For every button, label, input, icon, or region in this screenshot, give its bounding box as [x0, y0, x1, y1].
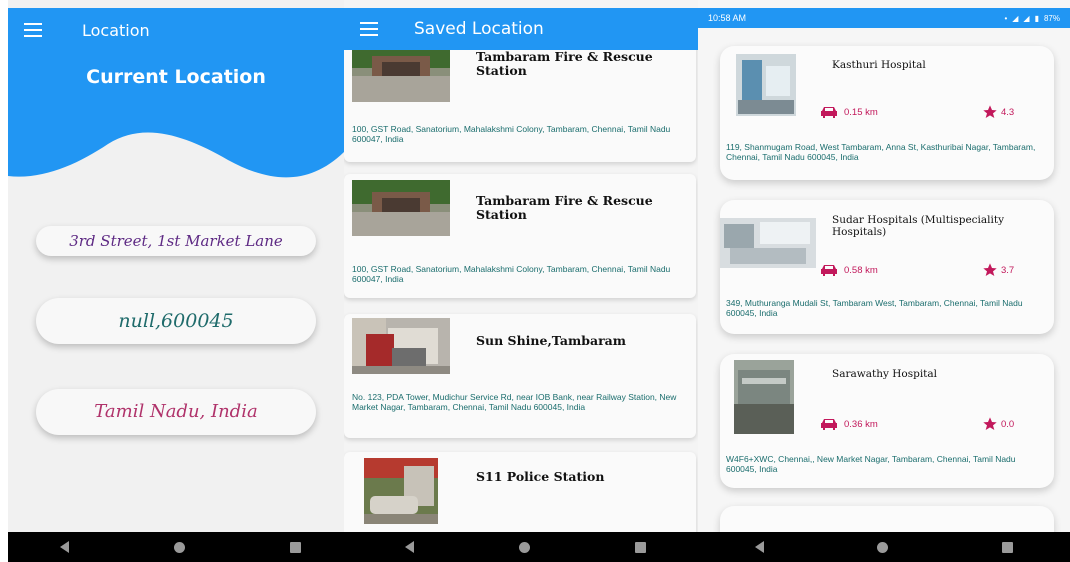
- menu-icon[interactable]: [24, 23, 42, 37]
- state-country-field: Tamil Nadu, India: [36, 389, 316, 435]
- home-icon[interactable]: [173, 541, 185, 553]
- list-item[interactable]: Tambaram Fire & Rescue Station 100, GST …: [344, 174, 696, 298]
- page-title: Current Location: [86, 66, 266, 88]
- home-icon[interactable]: [877, 541, 889, 553]
- location-address: 100, GST Road, Sanatorium, Mahalakshmi C…: [352, 124, 671, 144]
- location-thumbnail: [364, 458, 438, 524]
- location-address: 100, GST Road, Sanatorium, Mahalakshmi C…: [352, 264, 671, 284]
- recents-icon[interactable]: [289, 541, 301, 553]
- location-thumbnail: [352, 318, 450, 374]
- status-icons: • ◢ ◢ ▮ 87%: [1004, 14, 1060, 23]
- saved-location-list: Tambaram Fire & Rescue Station 100, GST …: [344, 50, 698, 532]
- car-icon: [821, 107, 837, 118]
- hospital-name: Sudar Hospitals (Multispeciality Hospita…: [832, 214, 1005, 238]
- hospital-card[interactable]: Kasthuri Hospital 0.15 km 4.3 119, Shanm…: [720, 46, 1054, 180]
- status-bar: 10:58 AM • ◢ ◢ ▮ 87%: [698, 8, 1070, 28]
- back-icon[interactable]: [405, 541, 415, 553]
- menu-icon[interactable]: [360, 22, 378, 36]
- saved-location-screen: Saved Location Tambaram Fire & Rescue St…: [344, 0, 698, 532]
- car-icon: [821, 265, 837, 276]
- list-item[interactable]: Sun Shine,Tambaram No. 123, PDA Tower, M…: [344, 314, 696, 438]
- rating: 4.3: [982, 104, 1014, 120]
- rating: 3.7: [982, 262, 1014, 278]
- hospital-name: Sarawathy Hospital: [832, 368, 938, 380]
- location-title: S11 Police Station: [476, 469, 605, 484]
- location-thumbnail: [352, 180, 450, 236]
- list-item[interactable]: Tambaram Fire & Rescue Station 100, GST …: [344, 50, 696, 162]
- rating-value: 4.3: [1001, 106, 1015, 118]
- app-bar-title: Location: [82, 20, 150, 40]
- distance-value: 0.36 km: [844, 418, 878, 430]
- location-title: Tambaram Fire & Rescue Station: [476, 50, 653, 78]
- current-location-screen: Location Current Location 3rd Street, 1s…: [8, 0, 344, 532]
- android-nav-bar: [8, 532, 698, 562]
- notification-icon: •: [1004, 13, 1008, 23]
- status-time: 10:58 AM: [708, 13, 747, 23]
- street-field: 3rd Street, 1st Market Lane: [36, 226, 316, 256]
- hospital-card[interactable]: [720, 506, 1054, 532]
- postal-code-field: null,600045: [36, 298, 316, 344]
- rating-value: 0.0: [1001, 418, 1015, 430]
- battery-level: 87%: [1043, 13, 1060, 23]
- app-bar: Saved Location: [344, 8, 698, 50]
- recents-icon[interactable]: [634, 541, 646, 553]
- list-item[interactable]: S11 Police Station: [344, 452, 696, 532]
- distance-value: 0.58 km: [844, 264, 878, 276]
- hospital-thumbnail: [736, 54, 796, 116]
- star-icon: [983, 417, 997, 430]
- hospital-thumbnail: [720, 218, 816, 268]
- hospital-thumbnail: [734, 360, 794, 434]
- distance: 0.36 km: [820, 418, 878, 430]
- distance: 0.15 km: [820, 106, 878, 118]
- app-bar-title: Saved Location: [414, 19, 544, 39]
- wifi-icon: ◢: [1012, 13, 1019, 23]
- nearby-hospitals-screen: 10:58 AM • ◢ ◢ ▮ 87% Kasthuri Hospital 0…: [698, 0, 1070, 532]
- location-title: Tambaram Fire & Rescue Station: [476, 193, 653, 222]
- hospital-card[interactable]: Sarawathy Hospital 0.36 km 0.0 W4F6+XWC,…: [720, 354, 1054, 488]
- recents-icon[interactable]: [1002, 541, 1014, 553]
- location-thumbnail: [352, 50, 450, 102]
- back-icon[interactable]: [60, 541, 70, 553]
- back-icon[interactable]: [754, 541, 764, 553]
- location-title: Sun Shine,Tambaram: [476, 333, 626, 348]
- distance: 0.58 km: [820, 264, 878, 276]
- hospital-address: 119, Shanmugam Road, West Tambaram, Anna…: [726, 142, 1036, 162]
- hospital-name: Kasthuri Hospital: [832, 59, 926, 71]
- battery-icon: ▮: [1034, 13, 1039, 23]
- rating-value: 3.7: [1001, 264, 1015, 276]
- star-icon: [983, 105, 997, 118]
- home-icon[interactable]: [518, 541, 530, 553]
- signal-icon: ◢: [1023, 13, 1030, 23]
- hospital-card[interactable]: Sudar Hospitals (Multispeciality Hospita…: [720, 200, 1054, 334]
- hospital-address: W4F6+XWC, Chennai,, New Market Nagar, Ta…: [726, 454, 1016, 474]
- android-nav-bar: [698, 532, 1070, 562]
- location-address: No. 123, PDA Tower, Mudichur Service Rd,…: [352, 392, 677, 412]
- car-icon: [821, 419, 837, 430]
- app-bar: Location: [8, 8, 344, 52]
- distance-value: 0.15 km: [844, 106, 878, 118]
- hospital-address: 349, Muthuranga Mudali St, Tambaram West…: [726, 298, 1023, 318]
- star-icon: [983, 263, 997, 276]
- rating: 0.0: [982, 416, 1014, 432]
